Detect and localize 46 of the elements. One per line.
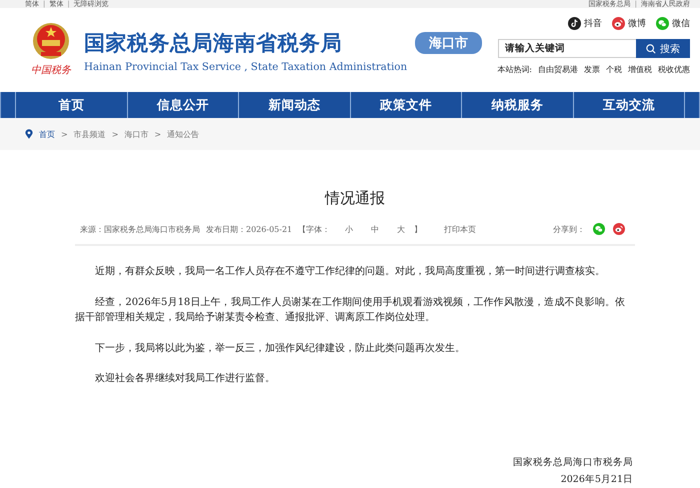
hot-word-link[interactable]: 自由贸易港 xyxy=(538,64,578,75)
chat-bubbles-icon[interactable] xyxy=(656,17,669,30)
signature-line: 国家税务总局海口市税务局 xyxy=(513,456,633,470)
font-size-bracket: 】 xyxy=(414,224,422,234)
chat-bubbles-icon[interactable] xyxy=(593,223,605,235)
city-badge[interactable]: 海口市 xyxy=(415,32,482,54)
signature-line: 2026年5月21日 xyxy=(560,472,633,486)
share-label: 分享到： xyxy=(553,224,585,234)
font-size-link[interactable]: 小 xyxy=(345,224,354,234)
breadcrumb-separator: > xyxy=(154,130,162,138)
font-size-link[interactable]: 大 xyxy=(397,224,406,234)
music-note-icon[interactable] xyxy=(568,17,581,30)
breadcrumb-link[interactable]: 首页 xyxy=(39,128,55,140)
font-size-link[interactable]: 中 xyxy=(371,224,380,234)
location-pin-icon xyxy=(25,129,33,139)
hot-word-link[interactable]: 发票 xyxy=(584,64,600,75)
print-link[interactable]: 打印本页 xyxy=(444,224,476,234)
publish-date: 发布日期：2026-05-21 xyxy=(206,224,292,234)
breadcrumb-link[interactable]: 海口市 xyxy=(124,128,148,140)
hot-word-link[interactable]: 个税 xyxy=(606,64,622,75)
body-paragraph: 欢迎社会各界继续对我局工作进行监督。 xyxy=(94,372,276,386)
hot-word-link[interactable]: 税收优惠 xyxy=(658,64,690,75)
breadcrumb-link[interactable]: 市县频道 xyxy=(74,128,106,140)
search-field[interactable]: 请输入关键词 xyxy=(498,39,636,58)
breadcrumb-separator: > xyxy=(61,130,68,138)
weibo-icon[interactable] xyxy=(613,223,625,235)
search-icon xyxy=(646,44,656,54)
national-emblem-drawing xyxy=(31,21,71,61)
logo-calligraphy: 中国税务 xyxy=(31,64,71,77)
hot-word-link[interactable]: 增值税 xyxy=(628,64,652,75)
body-paragraph: 经查，2026年5月18日上午，我局工作人员谢某在工作期间使用手机观看游戏视频，工作作风散漫，造成不良影响。依据干部管理相关规定，我局给予谢某责令检查、通报批评、调离原工作岗位处理。 xyxy=(75,296,625,325)
weibo-icon[interactable] xyxy=(612,17,625,30)
hot-words-label: 本站热词: xyxy=(497,64,532,75)
font-size-label: 【字体： xyxy=(298,224,330,234)
search-button[interactable]: 搜索 xyxy=(636,39,690,58)
body-paragraph: 下一步，我局将以此为鉴，举一反三，加强作风纪律建设，防止此类问题再次发生。 xyxy=(94,342,466,356)
social-link[interactable]: 微信 xyxy=(672,17,690,30)
social-link[interactable]: 抖音 xyxy=(584,17,602,30)
social-link[interactable]: 微博 xyxy=(628,17,646,30)
body-paragraph: 近期，有群众反映，我局一名工作人员存在不遵守工作纪律的问题。对此，我局高度重视，第一时间进行调查核实。 xyxy=(94,264,606,279)
breadcrumb-separator: > xyxy=(112,130,118,138)
breadcrumb-link[interactable]: 通知公告 xyxy=(167,128,200,140)
source-text: 来源：国家税务总局海口市税务局 xyxy=(80,224,200,234)
site-title: 国家税务总局海南省税务局 xyxy=(84,30,343,57)
article-title: 情况通报 xyxy=(324,188,386,208)
site-subtitle: Hainan Provincial Tax Service , State Taxation Administration xyxy=(84,61,408,73)
